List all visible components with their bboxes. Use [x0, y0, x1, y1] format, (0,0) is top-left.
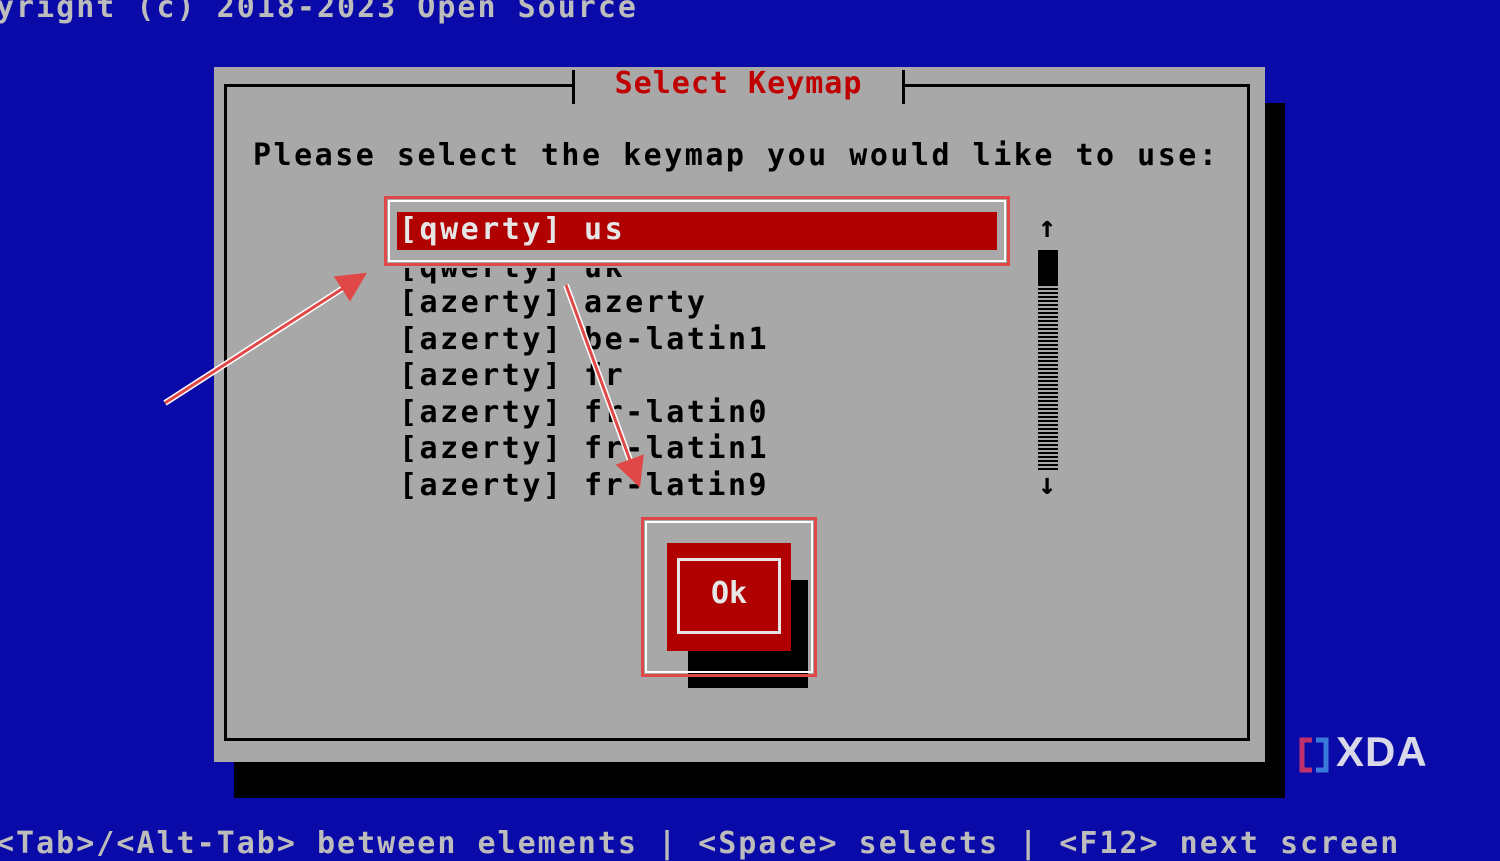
arrow-to-list-icon	[163, 272, 368, 406]
annotation-arrows	[163, 272, 644, 488]
arrow-to-ok-icon	[563, 283, 644, 488]
xda-watermark: XDA	[1336, 728, 1428, 775]
